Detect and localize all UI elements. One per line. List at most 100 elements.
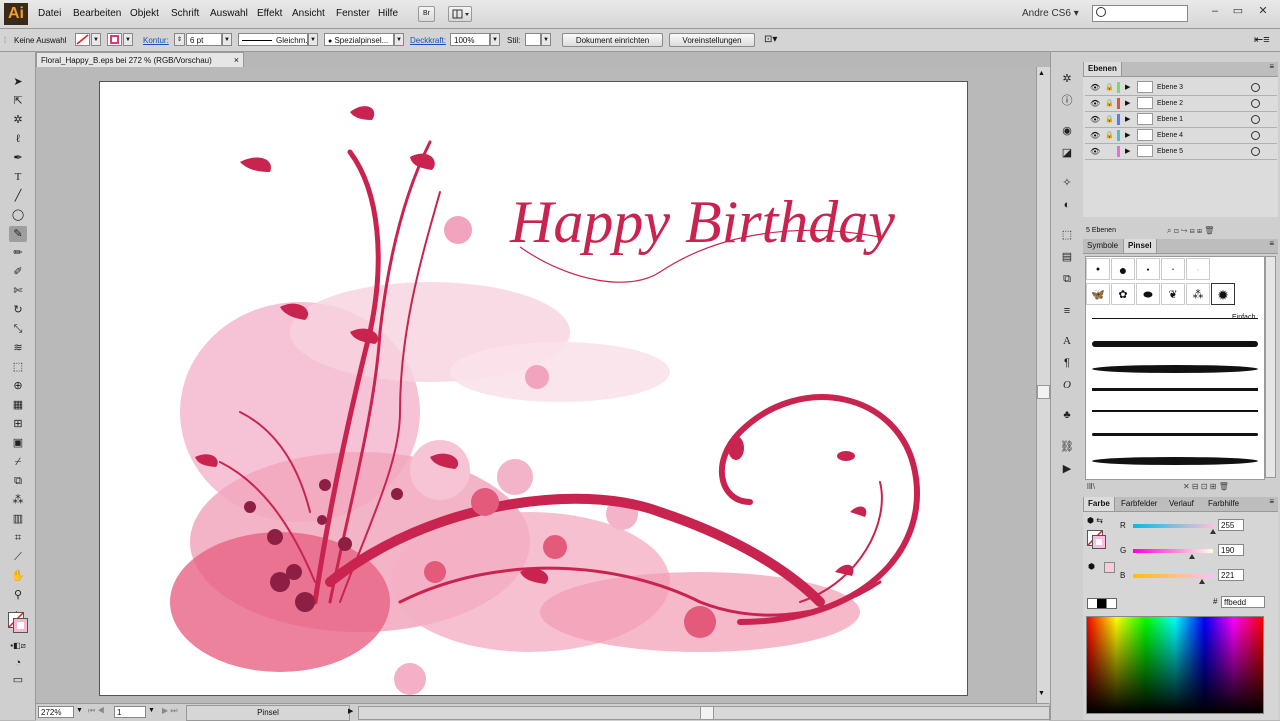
brush-rough-line[interactable] [1092, 433, 1258, 436]
bridge-button[interactable]: Br [418, 6, 435, 22]
scale-tool-icon[interactable]: ⤡ [9, 321, 27, 337]
document-setup-button[interactable]: Dokument einrichten [562, 33, 663, 47]
target-icon[interactable] [1251, 131, 1260, 140]
brush-mid-line[interactable] [1092, 410, 1258, 412]
tab-symbole[interactable]: Symbole [1083, 239, 1122, 253]
free-transform-tool-icon[interactable]: ⬚ [9, 359, 27, 375]
stroke-color-swatch[interactable] [13, 618, 28, 633]
transform-icon[interactable]: ⬚ [1060, 228, 1074, 242]
brush-definition[interactable]: ● Spezialpinsel... [324, 33, 394, 46]
tab-farbhilfe[interactable]: Farbhilfe [1204, 497, 1243, 511]
zoom-tool-icon[interactable]: ⚲ [9, 587, 27, 603]
hex-field[interactable]: ffbedd [1221, 596, 1265, 608]
brush-dot-tiny2-icon[interactable]: • [1161, 258, 1185, 280]
screen-mode-icon[interactable]: ▭ [9, 672, 27, 688]
align-panel-icon[interactable]: ▤ [1060, 250, 1074, 264]
preferences-button[interactable]: Voreinstellungen [669, 33, 755, 47]
brush-taper-line[interactable] [1092, 457, 1258, 465]
stroke-weight-field[interactable]: 6 pt [186, 33, 222, 46]
horizontal-scroll-thumb[interactable] [700, 706, 714, 720]
visibility-icon[interactable]: 👁 [1090, 128, 1100, 143]
workspace-switcher[interactable]: Andre CS6 ▾ [1022, 8, 1079, 19]
line-tool-icon[interactable]: ╱ [9, 188, 27, 204]
menu-fenster[interactable]: Fenster [336, 8, 370, 19]
vertical-scroll-thumb[interactable] [1037, 385, 1050, 399]
zoom-dropdown-icon[interactable]: ▼ [76, 707, 83, 714]
brush-leaves-line[interactable] [1092, 341, 1258, 347]
search-input[interactable] [1092, 5, 1188, 22]
eyedropper-tool-icon[interactable]: ⌿ [9, 454, 27, 470]
mesh-tool-icon[interactable]: ⊞ [9, 416, 27, 432]
layers-footer-icons[interactable]: ⌕ ⊡ ↪ ⊟ ⊞ 🗑 [1167, 224, 1214, 238]
target-icon[interactable] [1251, 115, 1260, 124]
brush-flower-icon[interactable]: ✿ [1111, 283, 1135, 305]
lasso-tool-icon[interactable]: ℓ [9, 131, 27, 147]
layer-row[interactable]: 👁 ▶ Ebene 5 [1085, 144, 1277, 160]
tab-verlauf[interactable]: Verlauf [1165, 497, 1198, 511]
gamut-swatch[interactable] [1104, 562, 1115, 573]
brush-swirl-icon[interactable]: ❦ [1161, 283, 1185, 305]
visibility-icon[interactable]: 👁 [1090, 96, 1100, 111]
rotate-tool-icon[interactable]: ↻ [9, 302, 27, 318]
opacity-dropdown[interactable]: ▼ [490, 33, 500, 46]
layer-name[interactable]: Ebene 2 [1157, 96, 1183, 111]
expand-triangle-icon[interactable]: ▶ [1125, 112, 1130, 127]
stroke-weight-stepper[interactable]: ⇕ [174, 33, 185, 46]
layer-row[interactable]: 👁 🔒 ▶ Ebene 4 [1085, 128, 1277, 144]
close-icon[interactable]: ✕ [1256, 4, 1270, 18]
color-stroke-swatch[interactable] [1092, 535, 1106, 549]
artboard-dropdown-icon[interactable]: ▼ [148, 707, 155, 714]
r-slider-thumb[interactable] [1210, 529, 1216, 534]
warp-tool-icon[interactable]: ≋ [9, 340, 27, 356]
magic-wand-panel-icon[interactable]: ✧ [1060, 176, 1074, 190]
opentype-icon[interactable]: O [1060, 378, 1074, 392]
expand-triangle-icon[interactable]: ▶ [1125, 128, 1130, 143]
brush-dropdown[interactable]: ▼ [394, 33, 404, 46]
status-menu-icon[interactable]: ▶ [348, 707, 353, 715]
kontur-link[interactable]: Kontur: [143, 36, 169, 45]
style-swatch[interactable] [525, 33, 541, 46]
expand-triangle-icon[interactable]: ▶ [1125, 96, 1130, 111]
magic-wand-tool-icon[interactable]: ✲ [9, 112, 27, 128]
menu-schrift[interactable]: Schrift [171, 8, 199, 19]
column-graph-tool-icon[interactable]: ▥ [9, 511, 27, 527]
b-value-field[interactable]: 221 [1218, 569, 1244, 581]
color-mode-icons[interactable]: ▪◧⧄ [9, 638, 27, 654]
target-icon[interactable] [1251, 99, 1260, 108]
brushes-scrollbar[interactable] [1265, 256, 1276, 478]
navigator-icon[interactable]: ✲ [1060, 72, 1074, 86]
draw-mode-icon[interactable]: ◔ [9, 655, 27, 671]
visibility-icon[interactable]: 👁 [1090, 144, 1100, 159]
layers-panel-menu-icon[interactable]: ≡ [1269, 62, 1274, 71]
panel-menu-icon[interactable]: ⇤≡ [1254, 33, 1270, 46]
hand-tool-icon[interactable]: ✋ [9, 568, 27, 584]
brush-library-icon[interactable]: lⅡ\ [1087, 482, 1095, 491]
r-slider[interactable] [1133, 524, 1213, 528]
profile-dropdown[interactable]: ▼ [308, 33, 318, 46]
deckkraft-link[interactable]: Deckkraft: [410, 36, 446, 45]
minimize-icon[interactable]: – [1208, 4, 1222, 18]
target-icon[interactable] [1251, 83, 1260, 92]
lock-icon[interactable]: 🔒 [1105, 96, 1114, 111]
document-tab[interactable]: Floral_Happy_B.eps bei 272 % (RGB/Vorsch… [36, 52, 244, 67]
actions-icon[interactable]: ▶ [1060, 462, 1074, 476]
menu-hilfe[interactable]: Hilfe [378, 8, 398, 19]
visibility-icon[interactable]: 👁 [1090, 80, 1100, 95]
brush-dot-small-icon[interactable]: ● [1086, 258, 1110, 280]
menu-ansicht[interactable]: Ansicht [292, 8, 325, 19]
scroll-up-icon[interactable]: ▲ [1038, 70, 1045, 77]
direct-selection-tool-icon[interactable]: ⇱ [9, 93, 27, 109]
menu-bearbeiten[interactable]: Bearbeiten [73, 8, 121, 19]
maximize-icon[interactable]: ▭ [1231, 4, 1245, 18]
brush-thick-line[interactable] [1092, 388, 1258, 391]
scroll-down-icon[interactable]: ▼ [1038, 690, 1045, 697]
stroke-swatch[interactable] [107, 33, 122, 46]
variable-width-profile[interactable]: Gleichm. [238, 33, 308, 46]
b-slider[interactable] [1133, 574, 1213, 578]
g-slider[interactable] [1133, 549, 1213, 553]
tab-farbe[interactable]: Farbe [1083, 497, 1115, 511]
layer-name[interactable]: Ebene 1 [1157, 112, 1183, 127]
stroke-panel-icon[interactable]: ≡ [1060, 304, 1074, 318]
type-tool-icon[interactable]: T [9, 169, 27, 185]
brush-leaf-icon[interactable]: ⬬ [1136, 283, 1160, 305]
